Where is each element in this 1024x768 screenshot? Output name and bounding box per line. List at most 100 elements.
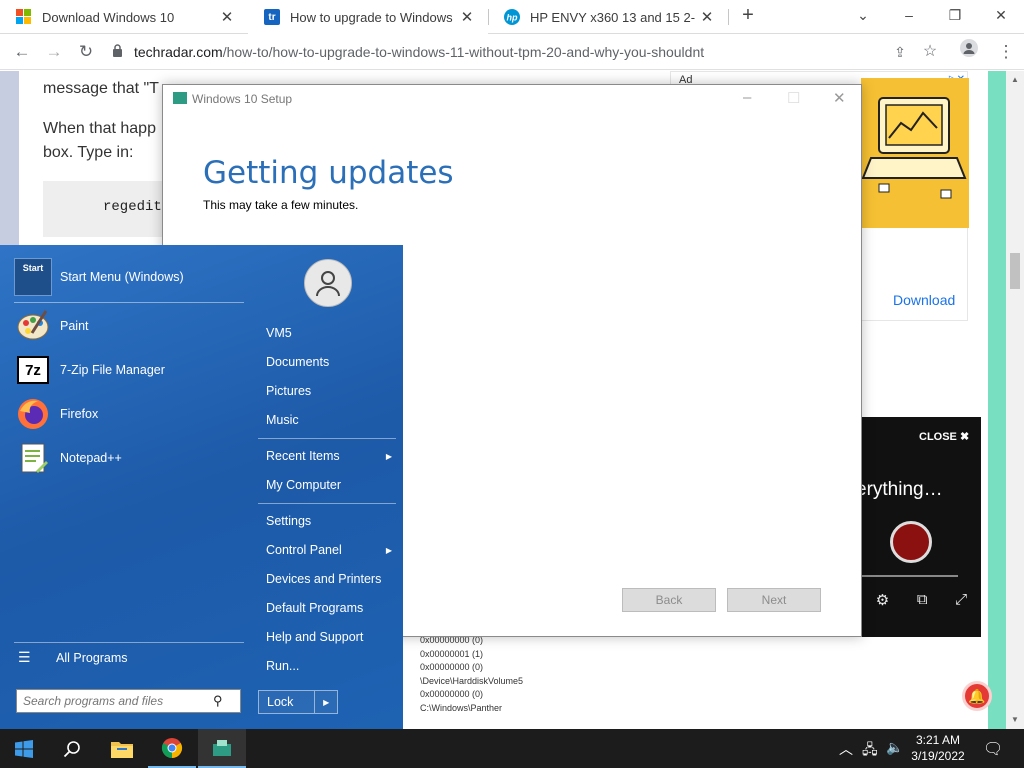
search-icon[interactable]: ⚲ [213, 693, 223, 709]
place-music[interactable]: Music [266, 413, 396, 427]
program-start-menu-windows[interactable]: Start Start Menu (Windows) [14, 258, 244, 296]
taskbar-chrome[interactable] [148, 729, 196, 768]
browser-tab-strip: Download Windows 10 ✕ tr How to upgrade … [0, 0, 1024, 34]
power-options-arrow-icon[interactable]: ▶ [315, 698, 337, 707]
start-menu-programs-pane: Start Start Menu (Windows) Paint 7z 7-Zi… [0, 245, 254, 729]
video-progress-bar[interactable] [862, 575, 958, 577]
url-domain: techradar.com [134, 44, 223, 60]
setup-close-button[interactable]: ✕ [833, 89, 846, 107]
scrollbar-thumb[interactable] [1010, 253, 1020, 289]
bookmark-star-icon[interactable]: ☆ [916, 38, 944, 66]
place-documents[interactable]: Documents [266, 355, 396, 369]
place-label: Settings [266, 514, 312, 528]
scroll-up-arrow-icon[interactable]: ▲ [1011, 75, 1019, 84]
tab-download-windows-10[interactable]: Download Windows 10 ✕ [0, 0, 248, 34]
tab-hp-envy[interactable]: hp HP ENVY x360 13 and 15 2-In-1 L ✕ [488, 0, 728, 34]
padlock-icon[interactable] [112, 44, 124, 60]
place-label: Pictures [266, 384, 312, 398]
video-popup[interactable]: CLOSE ✖ erything… ⚙ ⧉ ⤢ [862, 417, 981, 637]
setup-heading: Getting updates [203, 155, 454, 191]
gear-icon[interactable]: ⚙ [876, 591, 889, 609]
action-center-icon[interactable]: 🗨 [983, 739, 1003, 759]
place-pictures[interactable]: Pictures [266, 384, 396, 398]
setup-maximize-button[interactable]: ☐ [787, 89, 800, 107]
volume-icon[interactable]: 🔈 [886, 739, 903, 756]
close-icon: ✖ [959, 431, 970, 443]
video-close-label: CLOSE [919, 431, 957, 443]
clock-time: 3:21 AM [915, 733, 961, 747]
scroll-down-arrow-icon[interactable]: ▼ [1011, 715, 1019, 724]
place-control-panel[interactable]: Control Panel ▶ [266, 543, 396, 557]
program-7zip[interactable]: 7z 7-Zip File Manager [14, 351, 244, 389]
place-label: Recent Items [266, 449, 340, 463]
program-label: Paint [60, 319, 89, 333]
setup-minimize-button[interactable]: – [743, 89, 751, 106]
close-tab-icon[interactable]: ✕ [216, 8, 238, 26]
paint-palette-icon [14, 307, 52, 345]
new-tab-button[interactable]: + [736, 4, 760, 30]
address-bar[interactable]: techradar.com/how-to/how-to-upgrade-to-w… [112, 39, 952, 65]
browser-toolbar: ← → ↻ techradar.com/how-to/how-to-upgrad… [0, 34, 1024, 70]
network-icon[interactable]: 🖧 [862, 739, 878, 763]
back-button[interactable]: Back [622, 588, 716, 612]
laptop-illustration-icon[interactable] [861, 78, 969, 228]
place-help-and-support[interactable]: Help and Support [266, 630, 396, 644]
place-user-folder[interactable]: VM5 [266, 326, 396, 340]
kebab-menu-icon[interactable]: ⋮ [992, 38, 1020, 66]
close-tab-icon[interactable]: ✕ [696, 8, 718, 26]
restore-button[interactable]: ❐ [932, 0, 978, 34]
search-icon [63, 740, 80, 757]
all-programs-button[interactable]: ☰ All Programs [18, 649, 128, 666]
start-button[interactable] [0, 729, 48, 768]
place-default-programs[interactable]: Default Programs [266, 601, 396, 615]
start-menu-app-icon: Start [14, 258, 52, 296]
expand-icon[interactable]: ⤢ [955, 591, 967, 609]
user-avatar[interactable] [304, 259, 352, 307]
tab-search-chevron-icon[interactable]: ⌄ [840, 0, 886, 34]
show-hidden-icons-chevron-icon[interactable]: ︿ [839, 739, 853, 759]
video-close-button[interactable]: CLOSE ✖ [919, 430, 969, 443]
tab-title: Download Windows 10 [42, 9, 175, 25]
forward-arrow-icon[interactable]: → [40, 38, 68, 66]
page-scrollbar[interactable]: ▲ ▼ [1006, 71, 1024, 729]
picture-in-picture-icon[interactable]: ⧉ [917, 591, 928, 609]
taskbar-search-button[interactable] [48, 729, 96, 768]
submenu-arrow-icon: ▶ [385, 452, 392, 461]
reload-icon[interactable]: ↻ [72, 38, 100, 66]
next-button[interactable]: Next [727, 588, 821, 612]
place-my-computer[interactable]: My Computer [266, 478, 396, 492]
program-notepad-plus-plus[interactable]: Notepad++ [14, 439, 244, 477]
minimize-button[interactable]: – [886, 0, 932, 34]
tab-title: HP ENVY x360 13 and 15 2-In-1 L [530, 9, 696, 25]
tab-how-to-upgrade[interactable]: tr How to upgrade to Windows 11 ✕ [248, 0, 488, 34]
taskbar-windows-setup[interactable] [198, 729, 246, 768]
back-arrow-icon[interactable]: ← [8, 38, 36, 66]
taskbar-file-explorer[interactable] [98, 729, 146, 768]
start-menu-places-pane: VM5 Documents Pictures Music Recent Item… [254, 245, 403, 729]
setup-window-title: Windows 10 Setup [192, 92, 293, 106]
close-window-button[interactable]: ✕ [978, 0, 1024, 34]
divider [258, 503, 396, 504]
profile-icon[interactable] [955, 38, 983, 66]
close-tab-icon[interactable]: ✕ [456, 8, 478, 26]
program-firefox[interactable]: Firefox [14, 395, 244, 433]
notification-bell-icon[interactable]: 🔔 [962, 681, 992, 711]
video-overlay-text: erything… [862, 479, 943, 500]
place-devices-and-printers[interactable]: Devices and Printers [266, 572, 396, 586]
share-icon[interactable]: ⇪ [886, 38, 914, 66]
code-text: regedit [103, 199, 162, 215]
place-label: VM5 [266, 326, 292, 340]
lock-button[interactable]: Lock ▶ [258, 690, 338, 714]
place-run[interactable]: Run... [266, 659, 396, 673]
lock-label: Lock [267, 695, 294, 709]
setup-title-bar[interactable]: Windows 10 Setup – ☐ ✕ [163, 85, 861, 115]
place-settings[interactable]: Settings [266, 514, 396, 528]
program-paint[interactable]: Paint [14, 307, 244, 345]
start-search-input[interactable] [23, 694, 213, 708]
ad-download-link[interactable]: Download [893, 292, 955, 308]
start-search-box[interactable]: ⚲ [16, 689, 241, 713]
tab-separator [728, 9, 729, 25]
place-recent-items[interactable]: Recent Items ▶ [266, 449, 396, 463]
system-clock[interactable]: 3:21 AM 3/19/2022 [906, 732, 970, 764]
page-right-rail [988, 71, 1006, 729]
